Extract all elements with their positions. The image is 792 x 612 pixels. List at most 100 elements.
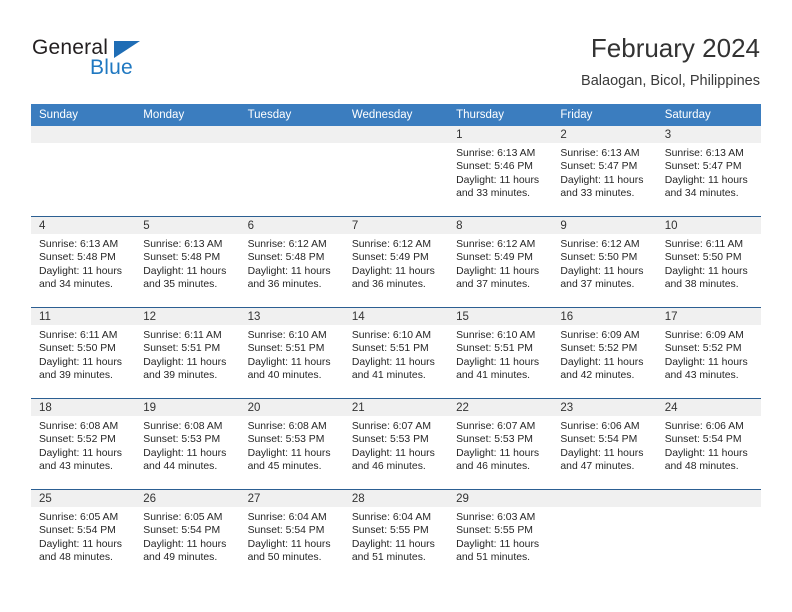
day-cell-details: Sunrise: 6:08 AM Sunset: 5:53 PM Daylight:…	[135, 416, 239, 474]
daylight-text-line1: Daylight: 11 hours	[247, 538, 331, 550]
calendar-day-cell[interactable]: 20 Sunrise: 6:08 AM Sunset: 5:53 PM Dayligh…	[239, 398, 344, 490]
day-cell-inner: 4 Sunrise: 6:13 AM Sunset: 5:48 PM Daylight…	[31, 217, 136, 307]
daylight-text-line2: and 41 minutes.	[456, 370, 531, 382]
daylight-text-line2: and 34 minutes.	[39, 279, 113, 291]
sunset-text: Sunset: 5:51 PM	[351, 343, 429, 355]
calendar-day-cell[interactable]: 29 Sunrise: 6:03 AM Sunset: 5:55 PM Dayligh…	[448, 489, 553, 580]
calendar-day-cell[interactable]: 25 Sunrise: 6:05 AM Sunset: 5:54 PM Dayligh…	[31, 489, 136, 580]
day-cell-inner: 1 Sunrise: 6:13 AM Sunset: 5:46 PM Daylight…	[448, 126, 553, 216]
calendar-day-cell[interactable]: 9 Sunrise: 6:12 AM Sunset: 5:50 PM Daylight…	[552, 216, 657, 308]
sunset-text: Sunset: 5:48 PM	[143, 252, 221, 264]
sunrise-text: Sunrise: 6:12 AM	[351, 239, 431, 250]
sunset-text: Sunset: 5:52 PM	[664, 343, 742, 355]
day-number: 8	[448, 217, 553, 234]
calendar-day-cell[interactable]: 10 Sunrise: 6:11 AM Sunset: 5:50 PM Dayligh…	[656, 216, 761, 308]
sunset-text: Sunset: 5:54 PM	[560, 434, 638, 446]
sunrise-text: Sunrise: 6:06 AM	[664, 421, 744, 432]
day-cell-details: Sunrise: 6:13 AM Sunset: 5:47 PM Daylight:…	[657, 143, 761, 201]
calendar-day-cell-empty	[135, 126, 240, 217]
calendar-day-cell[interactable]: 19 Sunrise: 6:08 AM Sunset: 5:53 PM Dayligh…	[135, 398, 240, 490]
daylight-text-line2: and 51 minutes.	[456, 552, 531, 564]
calendar-day-cell[interactable]: 12 Sunrise: 6:11 AM Sunset: 5:51 PM Dayligh…	[135, 307, 240, 399]
calendar-day-cell[interactable]: 4 Sunrise: 6:13 AM Sunset: 5:48 PM Daylight…	[31, 216, 136, 308]
day-number: 1	[448, 126, 553, 143]
day-number: 5	[135, 217, 240, 234]
calendar-day-cell[interactable]: 13 Sunrise: 6:10 AM Sunset: 5:51 PM Dayligh…	[239, 307, 344, 399]
calendar-day-cell[interactable]: 1 Sunrise: 6:13 AM Sunset: 5:46 PM Daylight…	[448, 126, 553, 217]
calendar-day-cell-empty	[552, 489, 657, 580]
calendar-day-cell[interactable]: 17 Sunrise: 6:09 AM Sunset: 5:52 PM Dayligh…	[656, 307, 761, 399]
calendar-day-cell[interactable]: 27 Sunrise: 6:04 AM Sunset: 5:54 PM Dayligh…	[239, 489, 344, 580]
day-number: 20	[239, 399, 344, 416]
brand-logo[interactable]: General Blue	[32, 36, 232, 88]
day-cell-inner: 20 Sunrise: 6:08 AM Sunset: 5:53 PM Dayligh…	[239, 399, 344, 489]
sunrise-text: Sunrise: 6:09 AM	[560, 330, 640, 341]
day-cell-inner: 7 Sunrise: 6:12 AM Sunset: 5:49 PM Daylight…	[343, 217, 449, 307]
sunset-text: Sunset: 5:53 PM	[143, 434, 221, 446]
day-cell-details: Sunrise: 6:10 AM Sunset: 5:51 PM Daylight:…	[448, 325, 552, 383]
day-number: 26	[135, 490, 240, 507]
daylight-text-line2: and 35 minutes.	[143, 279, 218, 291]
calendar-day-cell[interactable]: 28 Sunrise: 6:04 AM Sunset: 5:55 PM Dayligh…	[343, 489, 449, 580]
sunrise-text: Sunrise: 6:09 AM	[664, 330, 744, 341]
calendar-day-cell[interactable]: 26 Sunrise: 6:05 AM Sunset: 5:54 PM Dayligh…	[135, 489, 240, 580]
calendar-day-cell[interactable]: 5 Sunrise: 6:13 AM Sunset: 5:48 PM Daylight…	[135, 216, 240, 308]
calendar-day-cell[interactable]: 23 Sunrise: 6:06 AM Sunset: 5:54 PM Dayligh…	[552, 398, 657, 490]
calendar-day-cell[interactable]: 6 Sunrise: 6:12 AM Sunset: 5:48 PM Daylight…	[239, 216, 344, 308]
calendar-day-cell[interactable]: 24 Sunrise: 6:06 AM Sunset: 5:54 PM Dayligh…	[656, 398, 761, 490]
day-cell-details: Sunrise: 6:03 AM Sunset: 5:55 PM Daylight:…	[448, 507, 552, 565]
calendar-day-cell[interactable]: 11 Sunrise: 6:11 AM Sunset: 5:50 PM Dayligh…	[31, 307, 136, 399]
calendar-week-row: 1 Sunrise: 6:13 AM Sunset: 5:46 PM Daylight…	[31, 126, 761, 217]
day-cell-details: Sunrise: 6:11 AM Sunset: 5:51 PM Daylight:…	[135, 325, 239, 383]
sunset-text: Sunset: 5:54 PM	[247, 525, 325, 537]
day-cell-details: Sunrise: 6:08 AM Sunset: 5:53 PM Daylight:…	[240, 416, 344, 474]
day-cell-inner: 6 Sunrise: 6:12 AM Sunset: 5:48 PM Daylight…	[239, 217, 344, 307]
calendar-day-cell[interactable]: 3 Sunrise: 6:13 AM Sunset: 5:47 PM Daylight…	[656, 126, 761, 217]
sunset-text: Sunset: 5:47 PM	[560, 161, 638, 173]
day-cell-details: Sunrise: 6:11 AM Sunset: 5:50 PM Daylight:…	[31, 325, 135, 383]
sunrise-text: Sunrise: 6:11 AM	[664, 239, 744, 250]
calendar-day-cell[interactable]: 22 Sunrise: 6:07 AM Sunset: 5:53 PM Dayligh…	[448, 398, 553, 490]
day-cell-details: Sunrise: 6:10 AM Sunset: 5:51 PM Daylight:…	[344, 325, 448, 383]
day-cell-details: Sunrise: 6:09 AM Sunset: 5:52 PM Daylight:…	[657, 325, 761, 383]
day-number: 25	[31, 490, 136, 507]
daylight-text-line1: Daylight: 11 hours	[247, 447, 331, 459]
day-cell-inner: 22 Sunrise: 6:07 AM Sunset: 5:53 PM Dayligh…	[448, 399, 553, 489]
calendar-day-cell[interactable]: 18 Sunrise: 6:08 AM Sunset: 5:52 PM Dayligh…	[31, 398, 136, 490]
page-subtitle: Balaogan, Bicol, Philippines	[581, 72, 760, 89]
day-number	[552, 490, 657, 507]
calendar-day-cell[interactable]: 7 Sunrise: 6:12 AM Sunset: 5:49 PM Daylight…	[343, 216, 449, 308]
sunset-text: Sunset: 5:48 PM	[39, 252, 116, 264]
page-header: General Blue February 2024 Balaogan, Bic…	[0, 0, 792, 104]
daylight-text-line2: and 51 minutes.	[351, 552, 426, 564]
sunset-text: Sunset: 5:54 PM	[39, 525, 116, 537]
daylight-text-line1: Daylight: 11 hours	[351, 447, 435, 459]
calendar-day-cell-empty	[239, 126, 344, 217]
day-cell-inner: 13 Sunrise: 6:10 AM Sunset: 5:51 PM Dayligh…	[239, 308, 344, 398]
calendar-day-cell[interactable]: 2 Sunrise: 6:13 AM Sunset: 5:47 PM Daylight…	[552, 126, 657, 217]
day-cell-inner	[343, 126, 449, 216]
daylight-text-line1: Daylight: 11 hours	[351, 265, 435, 277]
day-number: 27	[239, 490, 344, 507]
weekday-header-friday: Friday	[552, 104, 657, 126]
sunset-text: Sunset: 5:52 PM	[560, 343, 638, 355]
day-cell-inner: 10 Sunrise: 6:11 AM Sunset: 5:50 PM Dayligh…	[656, 217, 761, 307]
calendar-day-cell[interactable]: 15 Sunrise: 6:10 AM Sunset: 5:51 PM Dayligh…	[448, 307, 553, 399]
day-number: 17	[656, 308, 761, 325]
sunrise-text: Sunrise: 6:08 AM	[39, 421, 119, 432]
calendar-day-cell[interactable]: 14 Sunrise: 6:10 AM Sunset: 5:51 PM Dayligh…	[343, 307, 449, 399]
daylight-text-line2: and 47 minutes.	[560, 461, 635, 473]
day-cell-details: Sunrise: 6:10 AM Sunset: 5:51 PM Daylight:…	[240, 325, 344, 383]
daylight-text-line1: Daylight: 11 hours	[560, 356, 644, 368]
sunset-text: Sunset: 5:49 PM	[456, 252, 533, 264]
sunset-text: Sunset: 5:46 PM	[456, 161, 533, 173]
calendar-day-cell[interactable]: 8 Sunrise: 6:12 AM Sunset: 5:49 PM Daylight…	[448, 216, 553, 308]
calendar-day-cell[interactable]: 16 Sunrise: 6:09 AM Sunset: 5:52 PM Dayligh…	[552, 307, 657, 399]
calendar-day-cell[interactable]: 21 Sunrise: 6:07 AM Sunset: 5:53 PM Dayligh…	[343, 398, 449, 490]
sunset-text: Sunset: 5:51 PM	[143, 343, 221, 355]
day-number: 6	[239, 217, 344, 234]
daylight-text-line2: and 43 minutes.	[39, 461, 113, 473]
day-cell-details: Sunrise: 6:07 AM Sunset: 5:53 PM Daylight:…	[344, 416, 448, 474]
weekday-header-monday: Monday	[135, 104, 240, 126]
day-cell-inner: 28 Sunrise: 6:04 AM Sunset: 5:55 PM Dayligh…	[343, 490, 449, 580]
